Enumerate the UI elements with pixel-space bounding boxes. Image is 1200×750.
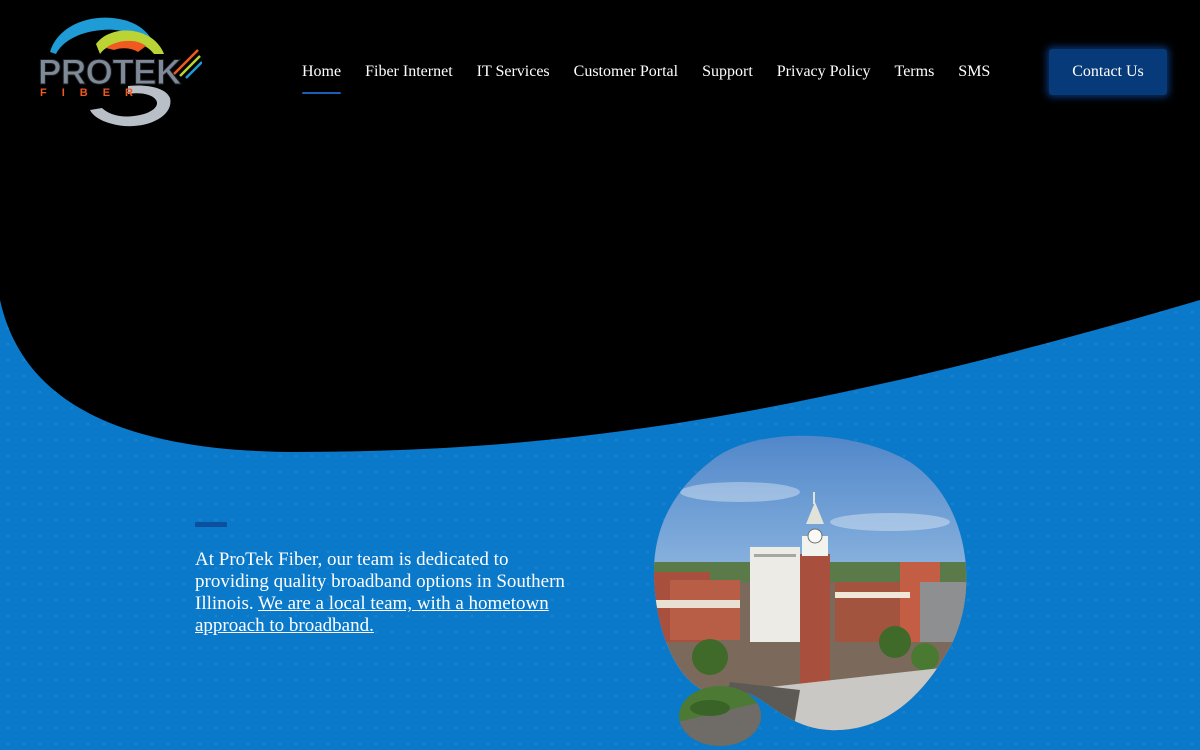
intro-section: At ProTek Fiber, our team is dedicated t… <box>195 522 585 637</box>
nav-item-sms[interactable]: SMS <box>958 58 990 86</box>
intro-paragraph: At ProTek Fiber, our team is dedicated t… <box>195 549 585 637</box>
accent-bar <box>195 522 227 527</box>
page: PROTEK FIBER Home Fiber Internet IT Serv… <box>0 0 1200 750</box>
nav-item-customer-portal[interactable]: Customer Portal <box>574 58 678 86</box>
logo-mark-icon: PROTEK FIBER <box>38 17 202 127</box>
nav-item-home[interactable]: Home <box>302 58 342 94</box>
nav-item-fiber-internet[interactable]: Fiber Internet <box>365 58 453 86</box>
logo-subtext: FIBER <box>40 87 148 99</box>
nav-item-it-services[interactable]: IT Services <box>477 58 550 86</box>
main-nav: Home Fiber Internet IT Services Customer… <box>290 58 1002 94</box>
town-square-image <box>654 435 967 746</box>
protek-fiber-logo[interactable]: PROTEK FIBER <box>36 14 202 130</box>
nav-item-privacy-policy[interactable]: Privacy Policy <box>777 58 871 86</box>
site-header: PROTEK FIBER Home Fiber Internet IT Serv… <box>0 0 1200 140</box>
nav-item-terms[interactable]: Terms <box>895 58 935 86</box>
contact-us-button[interactable]: Contact Us <box>1049 49 1167 95</box>
nav-item-support[interactable]: Support <box>702 58 753 86</box>
